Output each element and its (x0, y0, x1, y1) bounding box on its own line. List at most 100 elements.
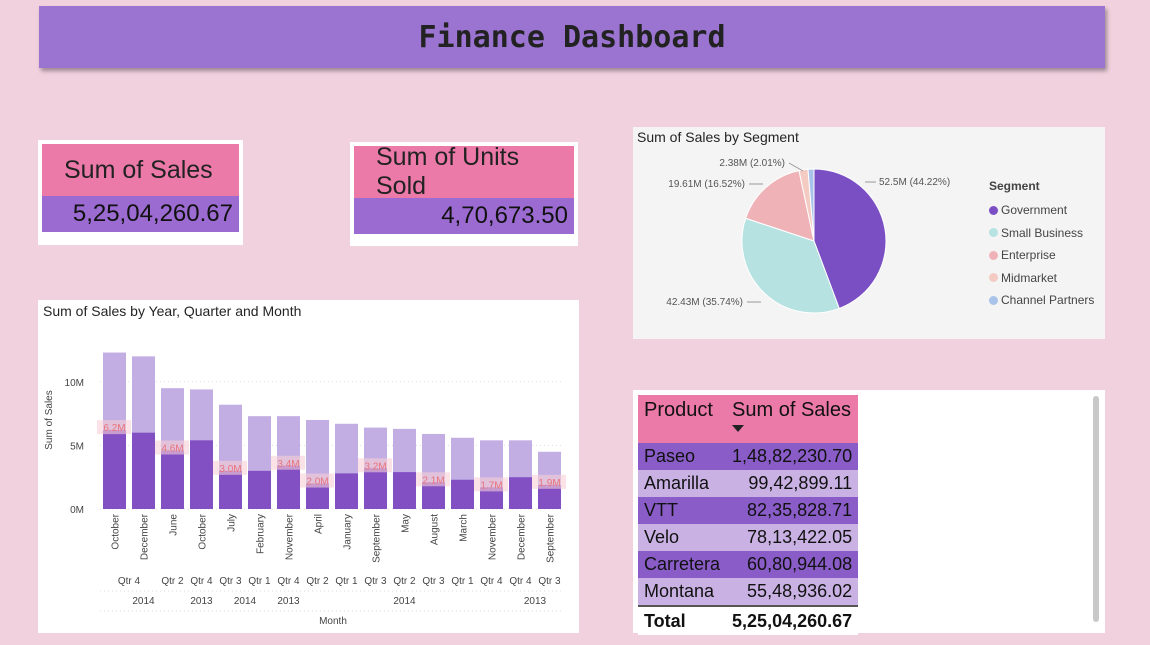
pie-leader-line (788, 162, 804, 172)
header-sum-of-sales[interactable]: Sum of Sales (726, 395, 859, 443)
legend-item[interactable]: Enterprise (989, 244, 1094, 267)
bar-data-label: 2.1M (422, 475, 444, 486)
product-sales-cell: 55,48,936.02 (726, 578, 859, 606)
x-month-label: August (430, 514, 441, 545)
bar-series-2[interactable] (393, 472, 416, 509)
x-month-label: September (546, 513, 557, 563)
legend-dot-icon (989, 250, 998, 260)
product-sales-cell: 99,42,899.11 (726, 470, 859, 497)
bar-series-2[interactable] (161, 450, 184, 509)
x-month-label: May (401, 514, 412, 533)
product-sales-table[interactable]: Product Sum of Sales Paseo 1,48,82,230.70… (638, 395, 859, 635)
legend-dot-icon (989, 273, 998, 283)
product-name-cell: Paseo (638, 443, 727, 470)
legend-label: Channel Partners (1001, 293, 1095, 308)
x-quarter-label: Qtr 2 (306, 576, 329, 587)
legend-dot-icon (989, 295, 998, 305)
legend-item[interactable]: Midmarket (989, 267, 1094, 290)
bar-series-2[interactable] (219, 470, 242, 509)
bar-series-2[interactable] (132, 432, 155, 509)
x-quarter-label: Qtr 3 (538, 576, 561, 587)
kpi-units-label: Sum of Units Sold (354, 143, 574, 200)
x-quarter-label: Qtr 4 (277, 576, 300, 587)
x-year-label: 2013 (190, 596, 213, 607)
segment-legend: Segment Government Small Business Enterpri… (989, 179, 1094, 312)
table-row[interactable]: Velo 78,13,422.05 (638, 524, 859, 551)
x-year-label: 2013 (524, 596, 547, 607)
x-quarter-label: Qtr 4 (118, 576, 141, 587)
x-quarter-label: Qtr 4 (480, 576, 503, 587)
kpi-sales-label: Sum of Sales (42, 144, 239, 196)
table-row[interactable]: VTT 82,35,828.71 (638, 497, 859, 524)
product-name-cell: VTT (638, 497, 727, 524)
x-month-label: January (343, 514, 354, 550)
bar-series-2[interactable] (277, 465, 300, 509)
legend-label: Small Business (1001, 225, 1084, 240)
table-scrollbar[interactable] (1093, 396, 1099, 622)
legend-item[interactable]: Small Business (989, 222, 1094, 245)
bar-data-label: 1.9M (538, 478, 560, 489)
legend-dot-icon (989, 205, 998, 215)
kpi-units-value: 4,70,673.50 (354, 198, 574, 234)
x-month-label: April (314, 514, 325, 534)
x-month-label: June (169, 514, 180, 536)
bar-series-2[interactable] (335, 473, 358, 509)
x-axis-label: Month (319, 616, 347, 627)
x-quarter-label: Qtr 1 (451, 576, 474, 587)
x-year-label: 2014 (132, 596, 155, 607)
bar-data-label: 3.4M (277, 459, 299, 470)
table-row[interactable]: Montana 55,48,936.02 (638, 578, 859, 606)
table-row[interactable]: Carretera 60,80,944.08 (638, 551, 859, 578)
x-year-label: 2013 (277, 596, 300, 607)
x-month-label: October (111, 513, 122, 549)
legend-label: Government (1001, 203, 1068, 218)
sales-by-month-panel[interactable]: Sum of Sales by Year, Quarter and Month … (38, 300, 579, 633)
segment-chart-panel[interactable]: Sum of Sales by Segment 52.5M (44.22%) 42… (633, 127, 1105, 339)
kpi-card-sales[interactable]: Sum of Sales 5,25,04,260.67 (38, 140, 243, 245)
y-axis-label: Sum of Sales (44, 390, 55, 449)
dashboard-title: Finance Dashboard (418, 19, 726, 55)
bar-data-label: 3.2M (364, 461, 386, 472)
sales-by-month-chart[interactable]: 0M 5M 10M Sum of Sales October 6.2M December Ju… (38, 300, 579, 633)
x-quarter-label: Qtr 3 (364, 576, 387, 587)
bar-data-label: 4.6M (161, 443, 183, 454)
pie-data-label: 19.61M (16.52%) (668, 179, 745, 190)
sort-desc-icon (732, 425, 745, 432)
x-month-label: December (517, 513, 528, 560)
bar-series-2[interactable] (509, 477, 532, 509)
bar-series-2[interactable] (364, 468, 387, 509)
table-row[interactable]: Paseo 1,48,82,230.70 (638, 443, 859, 470)
bar-series-2[interactable] (248, 470, 271, 509)
x-month-label: March (459, 514, 470, 542)
x-year-label: 2014 (234, 596, 257, 607)
table-row[interactable]: Amarilla 99,42,899.11 (638, 470, 859, 497)
total-value: 5,25,04,260.67 (726, 605, 859, 635)
y-tick-label: 0M (70, 505, 84, 516)
bar-series-2[interactable] (190, 440, 213, 509)
bar-data-label: 1.7M (480, 480, 502, 491)
bar-series-2[interactable] (451, 479, 474, 509)
pie-data-label: 2.38M (2.01%) (719, 158, 785, 169)
product-sales-cell: 78,13,422.05 (726, 524, 859, 551)
bar-data-label: 3.0M (219, 464, 241, 475)
x-month-label: October (198, 513, 209, 549)
x-quarter-label: Qtr 4 (190, 576, 213, 587)
legend-item[interactable]: Government (989, 199, 1094, 222)
legend-item[interactable]: Channel Partners (989, 289, 1094, 312)
x-month-label: July (227, 514, 238, 532)
header-product[interactable]: Product (638, 395, 727, 443)
y-tick-label: 10M (65, 378, 84, 389)
x-quarter-label: Qtr 3 (219, 576, 242, 587)
total-label: Total (638, 605, 727, 635)
pie-data-label: 42.43M (35.74%) (666, 297, 743, 308)
x-quarter-label: Qtr 2 (393, 576, 416, 587)
kpi-card-units[interactable]: Sum of Units Sold 4,70,673.50 (350, 142, 578, 246)
dashboard-title-bar: Finance Dashboard (39, 6, 1105, 68)
kpi-sales-value: 5,25,04,260.67 (42, 196, 239, 232)
y-tick-label: 5M (70, 441, 84, 452)
x-quarter-label: Qtr 1 (335, 576, 358, 587)
bar-series-2[interactable] (103, 430, 126, 509)
product-name-cell: Velo (638, 524, 727, 551)
segment-legend-title: Segment (989, 179, 1040, 193)
header-sum-of-sales-label: Sum of Sales (732, 399, 851, 421)
